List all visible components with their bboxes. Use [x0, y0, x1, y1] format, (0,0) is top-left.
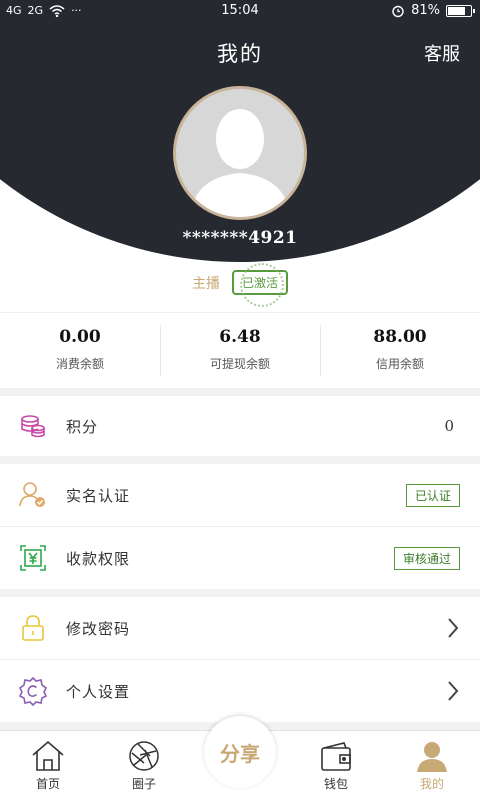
user-verified-icon — [18, 480, 48, 510]
share-button[interactable]: 分享 — [204, 716, 276, 788]
battery-fill — [448, 6, 465, 15]
menu-item-points[interactable]: 积分 0 — [0, 396, 480, 456]
settings-gear-icon — [18, 676, 48, 706]
chevron-right-icon — [448, 681, 459, 701]
avatar[interactable] — [173, 86, 307, 220]
menu-item-collect-permission[interactable]: 收款权限 审核通过 — [0, 527, 480, 589]
home-icon — [32, 740, 64, 771]
lock-icon — [18, 613, 48, 643]
tab-label: 我的 — [419, 777, 444, 791]
menu-label: 积分 — [66, 417, 99, 436]
verified-badge: 已认证 — [405, 483, 460, 507]
approved-badge: 审核通过 — [393, 546, 460, 570]
database-icon — [18, 411, 48, 441]
battery-icon — [446, 4, 475, 17]
tab-mine[interactable]: 我的 — [384, 739, 480, 792]
menu-item-change-password[interactable]: 修改密码 — [0, 597, 480, 659]
menu-label: 实名认证 — [66, 486, 131, 505]
default-avatar-icon — [190, 109, 290, 217]
role-label: 主播 — [191, 275, 220, 292]
balance-credit[interactable]: 88.00 信用余额 — [320, 313, 480, 388]
wallet-icon — [321, 742, 351, 771]
tab-label: 首页 — [35, 777, 60, 791]
role-row: 主播 已激活 — [0, 262, 480, 307]
battery-text: 81% — [411, 3, 440, 18]
page-title: 我的 — [217, 42, 263, 66]
menu-item-personal-settings[interactable]: 个人设置 — [0, 660, 480, 722]
balance-value: 0.00 — [59, 327, 101, 347]
alarm-icon — [392, 5, 404, 17]
balance-label: 信用余额 — [375, 357, 424, 371]
tab-label: 圈子 — [131, 777, 156, 791]
account-number: *******4921 — [182, 228, 298, 248]
menu-label: 修改密码 — [66, 619, 131, 638]
status-right: 81% — [391, 3, 475, 18]
tab-label: 钱包 — [323, 777, 348, 791]
balance-withdrawable[interactable]: 6.48 可提现余额 — [160, 313, 320, 388]
points-value: 0 — [444, 417, 454, 435]
tab-circle[interactable]: 圈子 — [96, 739, 192, 792]
profile-header: 4G 2G ··· 15:04 81% 我的 客服 *******4921 主播… — [0, 0, 480, 312]
menu-label: 个人设置 — [66, 682, 131, 701]
menu-item-realname[interactable]: 实名认证 已认证 — [0, 464, 480, 526]
balance-label: 可提现余额 — [209, 357, 270, 371]
user-icon — [417, 742, 447, 772]
status-bar: 4G 2G ··· 15:04 81% — [0, 0, 480, 24]
yuan-scan-icon — [18, 543, 48, 573]
balance-value: 88.00 — [373, 327, 427, 347]
activated-stamp: 已激活 — [231, 262, 288, 307]
balance-panel: 0.00 消费余额 6.48 可提现余额 88.00 信用余额 — [0, 312, 480, 388]
balance-consume[interactable]: 0.00 消费余额 — [0, 313, 160, 388]
balance-value: 6.48 — [219, 327, 261, 347]
aperture-icon — [129, 741, 159, 771]
tab-wallet[interactable]: 钱包 — [288, 739, 384, 792]
tab-home[interactable]: 首页 — [0, 739, 96, 792]
customer-service-button[interactable]: 客服 — [424, 40, 460, 66]
balance-label: 消费余额 — [55, 357, 104, 371]
chevron-right-icon — [448, 618, 459, 638]
menu-label: 收款权限 — [66, 549, 131, 568]
